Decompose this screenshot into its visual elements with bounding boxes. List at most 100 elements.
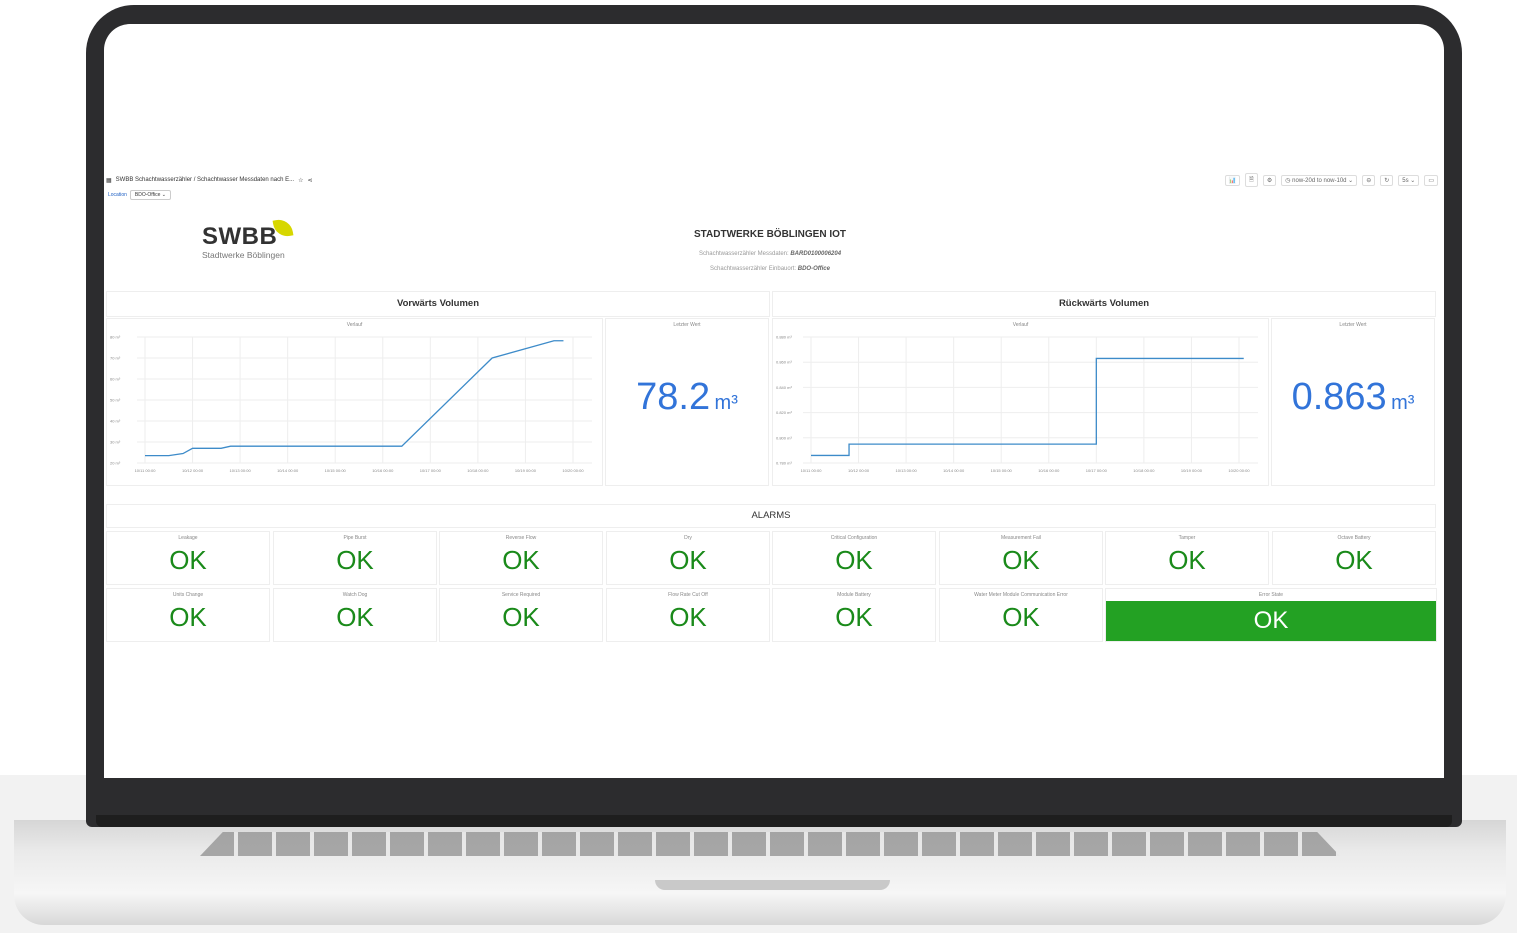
alarm-value: OK [835,602,873,632]
forward-stat-title: Letzter Wert [673,322,701,328]
forward-graph-panel[interactable]: Verlauf 20 m³ 30 m³ 40 m³ 50 m³ 60 m³ 70 m³ 80… [106,318,603,486]
meter-id-label: Schachtwasserzähler Messdaten: [698,251,789,257]
add-panel-icon[interactable]: 📊 [1224,174,1241,186]
alarm-name: Dry [684,535,692,541]
alarm-name: Flow Rate Cut Off [668,592,708,598]
x-tick-label: 10/18 00:00 [1133,468,1155,473]
alarm-name: Water Meter Module Communication Error [974,592,1068,598]
alarm-value: OK [169,602,207,632]
y-tick-label: 0.780 m³ [776,461,792,466]
alarm-value: OK [502,545,540,575]
alarm-name: Reverse Flow [505,535,537,541]
alarm-octave-battery[interactable]: Octave Battery OK [1272,531,1436,585]
x-tick-label: 10/19 00:00 [1181,468,1203,473]
time-range-picker[interactable]: ◷ now-20d to now-10d ⌄ [1281,174,1358,186]
forward-title: Vorwärts Volumen [397,298,479,309]
alarm-name: Watch Dog [342,592,368,598]
refresh-icon[interactable]: ↻ [1380,174,1394,186]
alarm-flow-rate-cut-off[interactable]: Flow Rate Cut Off OK [606,588,770,642]
page-title: STADTWERKE BÖBLINGEN IOT [693,229,847,240]
dashboard-topbar: ▦ SWBB Schachtwasserzähler / Schachtwass… [104,172,1444,188]
share-icon[interactable]: ⋖ [307,177,312,184]
x-tick-label: 10/16 00:00 [372,468,394,473]
forward-stat-value: 78.2 [636,376,711,418]
alarm-value: OK [336,545,374,575]
alarm-dry[interactable]: Dry OK [606,531,770,585]
alarm-reverse-flow[interactable]: Reverse Flow OK [439,531,603,585]
y-tick-label: 20 m³ [110,461,121,466]
alarm-name: Service Required [501,592,541,598]
toolbar: 📊 🗎 ⚙ ◷ now-20d to now-10d ⌄ ⊖ ↻ 5s ⌄ ▭ [1224,172,1438,188]
alarm-value: OK [1002,545,1040,575]
x-tick-label: 10/19 00:00 [515,468,537,473]
alarm-units-change[interactable]: Units Change OK [106,588,270,642]
forward-stat-panel[interactable]: Letzter Wert 78.2 m³ [605,318,769,486]
x-tick-label: 10/20 00:00 [1228,468,1250,473]
x-tick-label: 10/11 00:00 [801,468,823,473]
alarm-name: Error State [1258,592,1284,598]
x-tick-label: 10/15 00:00 [991,468,1013,473]
alarm-name: Pipe Burst [343,535,367,541]
location-select[interactable]: BDO-Office ⌄ [129,190,171,200]
refresh-interval[interactable]: 5s ⌄ [1398,174,1420,186]
meter-location-value: BDO-Office [797,266,830,272]
alarm-leakage[interactable]: Leakage OK [106,531,270,585]
alarm-critical-configuration[interactable]: Critical Configuration OK [772,531,936,585]
alarm-measurement-fail[interactable]: Measurement Fail OK [939,531,1103,585]
y-tick-label: 0.840 m³ [776,385,792,390]
save-icon[interactable]: 🗎 [1245,173,1258,187]
y-tick-label: 50 m³ [110,398,121,403]
meter-id-line: Schachtwasserzähler Messdaten: BARD01000… [106,251,1434,257]
alarm-value: OK [669,545,707,575]
y-tick-label: 80 m³ [110,335,121,340]
alarm-pipe-burst[interactable]: Pipe Burst OK [273,531,437,585]
alarms-row-header: ALARMS [106,504,1436,528]
x-tick-label: 10/17 00:00 [420,468,442,473]
location-label: Location [108,192,127,198]
alarm-module-battery[interactable]: Module Battery OK [772,588,936,642]
forward-chart[interactable]: 20 m³ 30 m³ 40 m³ 50 m³ 60 m³ 70 m³ 80 m³ 10/11… [107,331,602,481]
x-tick-label: 10/17 00:00 [1086,468,1108,473]
settings-icon[interactable]: ⚙ [1262,174,1277,186]
x-tick-label: 10/14 00:00 [943,468,965,473]
alarm-value: OK [1106,601,1436,641]
alarm-name: Module Battery [837,592,871,598]
x-tick-label: 10/16 00:00 [1038,468,1060,473]
meter-location-label: Schachtwasserzähler Einbauort: [710,266,797,272]
x-tick-label: 10/20 00:00 [562,468,584,473]
reverse-stat-panel[interactable]: Letzter Wert 0.863 m³ [1271,318,1435,486]
tv-mode-icon[interactable]: ▭ [1424,174,1438,186]
y-tick-label: 40 m³ [110,419,121,424]
x-tick-label: 10/14 00:00 [277,468,299,473]
reverse-stat-value: 0.863 [1291,376,1387,418]
x-tick-label: 10/12 00:00 [182,468,204,473]
x-tick-label: 10/13 00:00 [896,468,918,473]
y-tick-label: 70 m³ [110,356,121,361]
reverse-chart[interactable]: 0.780 m³ 0.800 m³ 0.820 m³ 0.840 m³ 0.860 m³… [773,331,1268,481]
y-tick-label: 0.820 m³ [776,410,792,415]
grid-icon: ▦ [106,177,112,184]
alarm-name: Octave Battery [1337,535,1371,541]
breadcrumb[interactable]: ▦ SWBB Schachtwasserzähler / Schachtwass… [106,177,313,184]
breadcrumb-text[interactable]: SWBB Schachtwasserzähler / Schachtwasser… [116,177,294,183]
alarm-name: Critical Configuration [830,535,878,541]
alarm-watch-dog[interactable]: Watch Dog OK [273,588,437,642]
forward-graph-title: Verlauf [346,322,363,328]
alarm-name: Units Change [172,592,204,598]
alarm-service-required[interactable]: Service Required OK [439,588,603,642]
laptop-keyboard [200,832,1340,856]
alarm-tamper[interactable]: Tamper OK [1105,531,1269,585]
alarm-communication-error[interactable]: Water Meter Module Communication Error OK [939,588,1103,642]
star-icon[interactable]: ☆ [298,177,303,184]
meter-id-value: BARD0100006204 [790,251,842,257]
forward-stat-unit: m³ [714,392,738,414]
laptop-screen: ▦ SWBB Schachtwasserzähler / Schachtwass… [104,24,1444,778]
zoom-out-icon[interactable]: ⊖ [1362,174,1376,186]
alarm-value: OK [1168,545,1206,575]
alarm-name: Leakage [178,535,198,541]
reverse-row-header: Rückwärts Volumen [772,291,1436,317]
reverse-graph-panel[interactable]: Verlauf 0.780 m³ 0.800 m³ 0.820 m³ 0.840 m³… [772,318,1269,486]
alarm-error-state[interactable]: Error State OK [1105,588,1437,642]
alarm-value: OK [502,602,540,632]
reverse-stat-unit: m³ [1391,392,1415,414]
